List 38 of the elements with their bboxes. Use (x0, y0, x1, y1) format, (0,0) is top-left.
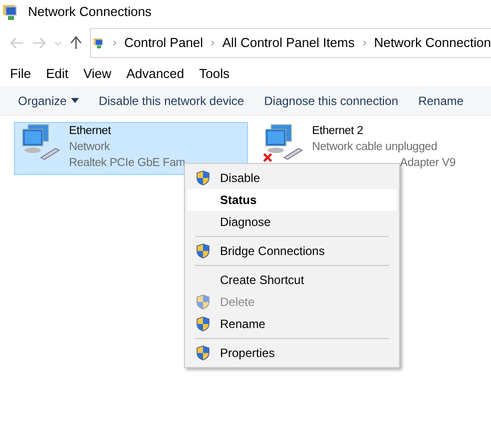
toolbar-button[interactable]: Disable this network device (98, 92, 244, 110)
breadcrumb[interactable]: All Control Panel Items (222, 33, 355, 53)
chevron-icon (362, 39, 366, 47)
shield-icon (196, 243, 210, 259)
context-menu-item[interactable]: Diagnose (187, 211, 397, 233)
shield-icon (196, 294, 210, 310)
forward-icon[interactable] (32, 37, 46, 49)
breadcrumb[interactable]: Control Panel (124, 33, 204, 53)
address-bar[interactable]: Control Panel All Control Panel Items Network Connection (90, 28, 491, 58)
menu-item[interactable]: Advanced (126, 64, 184, 84)
adapter-name: Realtek PCIe GbE Fam (69, 156, 186, 171)
window-title: Network Connections (28, 3, 152, 22)
context-menu-item[interactable]: Properties (187, 342, 397, 364)
chevron-icon (112, 39, 116, 47)
context-menu-item[interactable]: Status (187, 189, 397, 211)
connection-name: Ethernet (69, 124, 112, 139)
context-menu-item[interactable]: Create Shortcut (187, 269, 397, 291)
adapter-name: Adapter V9 (399, 156, 456, 171)
caret-icon[interactable] (54, 40, 62, 46)
menu-item[interactable]: Tools (199, 64, 230, 84)
shield-icon (196, 345, 210, 361)
back-icon[interactable] (10, 37, 24, 49)
menu-item[interactable]: View (83, 64, 112, 84)
shield-icon (196, 316, 210, 332)
context-menu-item[interactable]: Rename (187, 313, 397, 335)
toolbar-button[interactable]: Rename (418, 92, 464, 110)
shield-icon (196, 170, 210, 186)
connection-status: Network cable unplugged (312, 140, 438, 155)
toolbar-button[interactable]: Diagnose this connection (264, 92, 398, 110)
chevron-icon (211, 39, 214, 47)
connection-status: Network (69, 140, 111, 155)
menu-item[interactable]: Edit (46, 64, 68, 84)
breadcrumb[interactable]: Network Connection (374, 33, 491, 53)
connection-name: Ethernet 2 (312, 124, 364, 139)
toolbar-button[interactable]: Organize (18, 92, 79, 110)
up-icon[interactable] (70, 36, 82, 50)
context-menu-item[interactable]: Bridge Connections (187, 240, 397, 262)
menu-item[interactable]: File (10, 64, 31, 84)
